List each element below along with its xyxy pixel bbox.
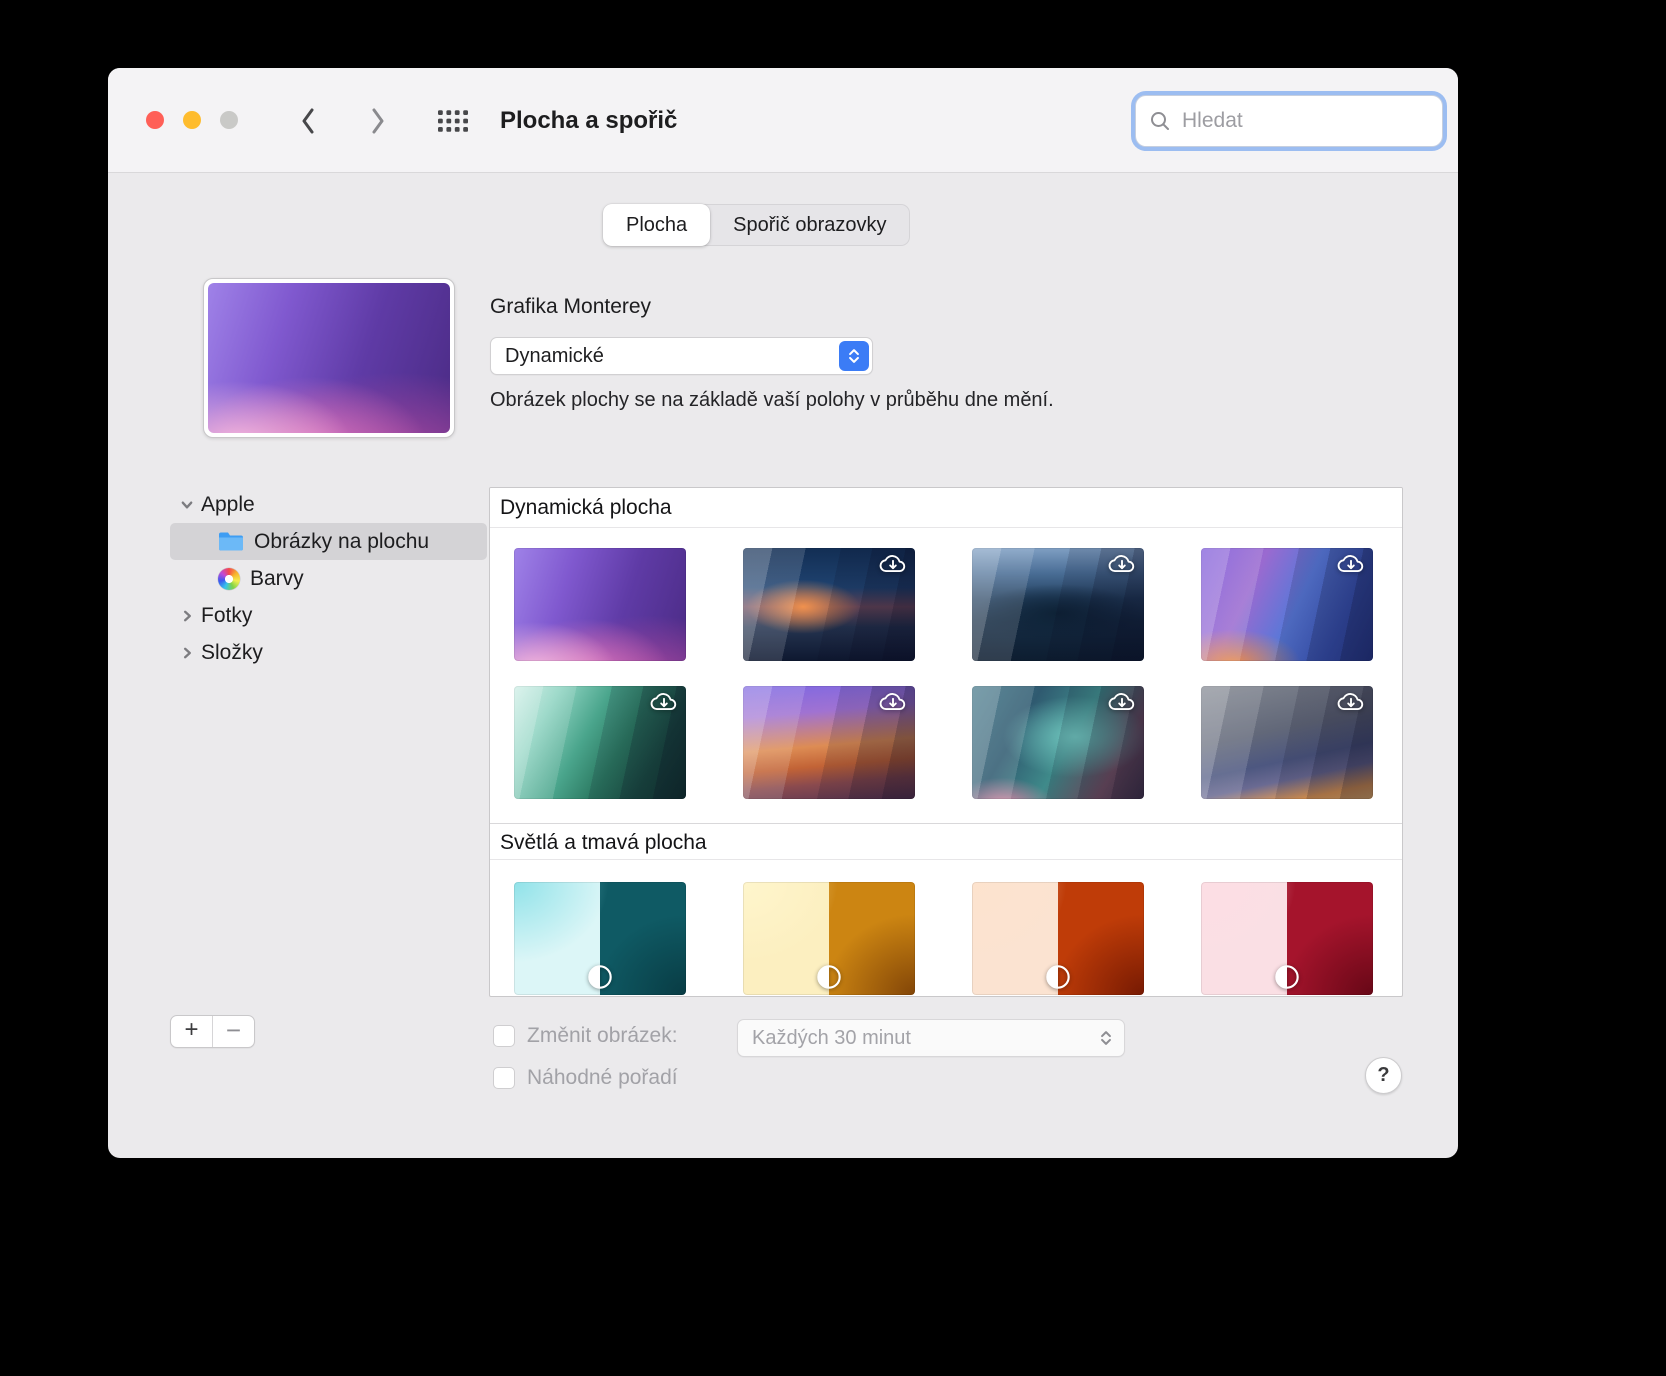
- mode-select-value: Dynamické: [505, 344, 604, 367]
- interval-select-value: Každých 30 minut: [752, 1026, 911, 1049]
- search-field[interactable]: [1135, 95, 1443, 147]
- sidebar-item-label: Fotky: [201, 603, 253, 627]
- titlebar: Plocha a spořič: [108, 68, 1458, 173]
- desktop-and-screensaver-window: Plocha a spořič Plocha Spořič obrazovky …: [108, 68, 1458, 1158]
- light-dark-icon: [1275, 965, 1299, 989]
- wallpaper-thumbnail-big-sur-coast[interactable]: [743, 548, 915, 661]
- cloud-download-icon: [879, 555, 906, 572]
- help-button[interactable]: ?: [1365, 1057, 1402, 1094]
- mode-description: Obrázek plochy se na základě vaší polohy…: [490, 389, 1054, 411]
- change-picture-checkbox[interactable]: Změnit obrázek:: [493, 1024, 678, 1048]
- minimize-button[interactable]: [183, 111, 201, 129]
- sidebar-group-photos[interactable]: Fotky: [170, 597, 487, 634]
- folder-icon: [218, 531, 244, 552]
- tab-desktop[interactable]: Plocha: [603, 204, 711, 246]
- wallpaper-thumbnail-monterey[interactable]: [514, 548, 686, 661]
- wallpaper-thumbnail-abstract-cyan[interactable]: [514, 882, 686, 995]
- chevron-right-icon[interactable]: [179, 646, 194, 660]
- section-dynamic-desktop: Dynamická plocha: [490, 488, 1402, 823]
- change-picture-label: Změnit obrázek:: [527, 1024, 678, 1047]
- light-dark-icon: [1046, 965, 1070, 989]
- sidebar-group-folders[interactable]: Složky: [170, 634, 487, 671]
- tab-bar: Plocha Spořič obrazovky: [603, 204, 910, 246]
- section-title: Světlá a tmavá plocha: [490, 823, 1402, 860]
- wallpaper-thumbnail-desert[interactable]: [743, 686, 915, 799]
- cloud-download-icon: [1337, 555, 1364, 572]
- current-wallpaper-preview: [203, 278, 455, 438]
- wallpaper-thumbnail-solstice[interactable]: [1201, 686, 1373, 799]
- traffic-lights: [146, 111, 238, 129]
- source-list: Apple Obrázky na plochu Barvy Fotky Slož…: [170, 486, 487, 671]
- cloud-download-icon: [1108, 555, 1135, 572]
- remove-folder-button[interactable]: −: [212, 1016, 254, 1047]
- section-light-dark-desktop: Světlá a tmavá plocha: [490, 823, 1402, 995]
- sidebar-item-label: Složky: [201, 640, 263, 664]
- checkbox-icon[interactable]: [493, 1067, 515, 1089]
- wallpaper-thumbnail-abstract-orange[interactable]: [972, 882, 1144, 995]
- sidebar-item-colors[interactable]: Barvy: [170, 560, 487, 597]
- random-order-checkbox[interactable]: Náhodné pořadí: [493, 1066, 678, 1090]
- sidebar-item-label: Apple: [201, 492, 255, 516]
- show-all-grid-icon: [438, 110, 468, 132]
- wallpaper-name: Grafika Monterey: [490, 295, 652, 318]
- light-dark-icon: [817, 965, 841, 989]
- wallpaper-thumbnail-beach[interactable]: [972, 686, 1144, 799]
- search-input[interactable]: [1180, 108, 1429, 134]
- wallpaper-panel: Dynamická plocha Světlá a tmavá plocha: [489, 487, 1403, 997]
- interval-select[interactable]: Každých 30 minut: [737, 1019, 1125, 1057]
- tab-screensaver[interactable]: Spořič obrazovky: [710, 204, 909, 246]
- back-icon: [302, 108, 314, 134]
- show-all-button[interactable]: [433, 107, 473, 135]
- add-folder-button[interactable]: +: [171, 1016, 212, 1047]
- search-icon: [1151, 112, 1169, 130]
- cloud-download-icon: [879, 693, 906, 710]
- wallpaper-grid: [490, 860, 1402, 995]
- colors-wheel-icon: [218, 567, 240, 590]
- wallpaper-grid: [490, 528, 1402, 823]
- cloud-download-icon: [1108, 693, 1135, 710]
- back-button[interactable]: [288, 104, 328, 138]
- zoom-button[interactable]: [220, 111, 238, 129]
- wallpaper-thumbnail-canyon[interactable]: [514, 686, 686, 799]
- wallpaper-thumbnail-abstract-yellow[interactable]: [743, 882, 915, 995]
- cloud-download-icon: [650, 693, 677, 710]
- sidebar-item-label: Barvy: [250, 566, 304, 590]
- light-dark-icon: [588, 965, 612, 989]
- sidebar-group-apple[interactable]: Apple: [170, 486, 487, 523]
- forward-icon: [372, 108, 384, 134]
- sidebar-item-desktop-pictures[interactable]: Obrázky na plochu: [170, 523, 487, 560]
- wallpaper-thumbnail-big-sur-road[interactable]: [1201, 548, 1373, 661]
- forward-button[interactable]: [358, 104, 398, 138]
- checkbox-icon[interactable]: [493, 1025, 515, 1047]
- random-order-label: Náhodné pořadí: [527, 1066, 678, 1089]
- add-remove-buttons: + −: [170, 1015, 255, 1048]
- wallpaper-thumbnail-abstract-red[interactable]: [1201, 882, 1373, 995]
- sidebar-item-label: Obrázky na plochu: [254, 529, 430, 553]
- window-title: Plocha a spořič: [500, 107, 678, 134]
- stepper-icon: [839, 341, 869, 371]
- section-title: Dynamická plocha: [490, 488, 1402, 528]
- desktop-background: { "window": { "title": "Plocha a spořič"…: [0, 0, 1666, 1376]
- mode-select[interactable]: Dynamické: [490, 337, 873, 375]
- chevron-right-icon[interactable]: [179, 609, 194, 623]
- cloud-download-icon: [1337, 693, 1364, 710]
- stepper-icon: [1091, 1023, 1121, 1053]
- wallpaper-thumbnail-catalina[interactable]: [972, 548, 1144, 661]
- close-button[interactable]: [146, 111, 164, 129]
- current-wallpaper-image: [208, 283, 450, 433]
- chevron-down-icon[interactable]: [179, 498, 194, 512]
